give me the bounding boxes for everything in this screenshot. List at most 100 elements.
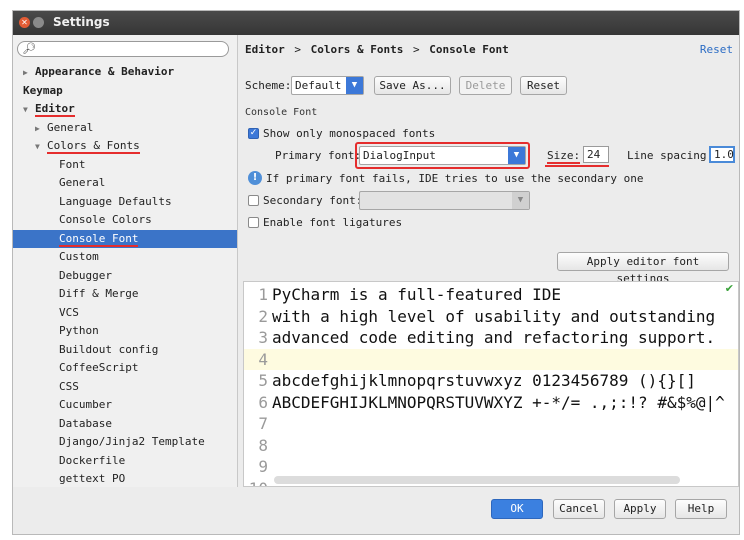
sidebar-item[interactable]: Custom — [59, 248, 99, 266]
preview-text: PyCharm is a full-featured IDE — [272, 285, 561, 304]
sidebar-item-label: Font — [59, 157, 86, 171]
search-input[interactable]: 🔎︎ — [17, 41, 229, 57]
cancel-button[interactable]: Cancel — [553, 499, 605, 519]
preview-horizontal-scrollbar[interactable] — [274, 476, 680, 484]
sidebar-item[interactable]: Database — [59, 415, 112, 433]
sidebar-item-label: Cucumber — [59, 398, 112, 411]
sidebar-item-label: CSS — [59, 379, 79, 393]
sidebar-item[interactable]: VCS — [59, 304, 79, 322]
close-window-icon[interactable]: ✕ — [19, 17, 30, 28]
preview-line: 1 PyCharm is a full-featured IDE — [244, 284, 738, 305]
preview-line: 3 advanced code editing and refactoring s… — [244, 327, 738, 348]
show-mono-label: Show only monospaced fonts — [263, 127, 436, 140]
line-number: 2 — [258, 306, 268, 326]
sidebar-item[interactable]: CoffeeScript — [59, 359, 138, 377]
delete-button[interactable]: Delete — [459, 76, 512, 95]
sidebar-item[interactable]: Dockerfile — [59, 452, 125, 470]
chevron-down-icon: ▼ — [346, 77, 363, 94]
breadcrumb-separator: > — [412, 43, 420, 56]
secondary-font-checkbox[interactable] — [248, 195, 259, 206]
line-number: 10 — [244, 478, 268, 487]
sidebar-item[interactable]: Keymap — [23, 82, 63, 100]
section-title: Console Font — [245, 107, 318, 118]
sidebar-item[interactable]: Diff & Merge — [59, 285, 138, 303]
reset-button[interactable]: Reset — [520, 76, 567, 95]
sidebar-item[interactable]: Cucumber — [59, 396, 112, 414]
info-text: If primary font fails, IDE tries to use … — [266, 172, 644, 185]
sidebar-item[interactable]: Debugger — [59, 267, 112, 285]
breadcrumb-editor: Editor — [245, 43, 285, 56]
font-preview-editor[interactable]: 109876ABCDEFGHIJKLMNOPQRSTUVWXYZ +-*/= .… — [243, 281, 739, 487]
sidebar-item-label: Console Colors — [59, 213, 152, 226]
breadcrumb-colors-fonts: Colors & Fonts — [310, 43, 404, 56]
sidebar-item[interactable]: ▼ Editor — [23, 100, 75, 118]
preview-line: 2 with a high level of usability and outs… — [244, 306, 738, 327]
sidebar-item[interactable]: Python — [59, 322, 99, 340]
sidebar-item[interactable]: ▶ General — [35, 119, 93, 137]
line-number: 3 — [258, 328, 268, 347]
preview-text: with a high level of usability and outst… — [272, 306, 716, 326]
preview-text: abcdefghijklmnopqrstuvwxyz 0123456789 ()… — [272, 371, 696, 390]
sidebar-item[interactable]: Console Colors — [59, 211, 152, 229]
sidebar-item-label: Console Font — [59, 231, 139, 247]
size-label: Size: — [547, 149, 581, 164]
secondary-font-select[interactable]: ▼ — [359, 191, 530, 210]
sidebar-item[interactable]: gettext PO — [59, 470, 125, 487]
sidebar-item-label: Language Defaults — [59, 194, 172, 208]
minimize-window-icon[interactable] — [33, 17, 44, 28]
save-as-button[interactable]: Save As... — [374, 76, 451, 95]
sidebar-item[interactable]: Django/Jinja2 Template — [59, 433, 205, 451]
preview-line: 4 — [244, 348, 738, 370]
line-number: 1 — [258, 285, 268, 304]
apply-editor-font-button[interactable]: Apply editor font settings — [557, 252, 729, 285]
reset-link[interactable]: Reset — [700, 43, 733, 56]
primary-font-label: Primary font: — [275, 149, 362, 162]
size-underline — [545, 165, 609, 167]
line-number: 7 — [258, 414, 268, 433]
sidebar-item[interactable]: Font — [59, 156, 86, 174]
apply-button[interactable]: Apply — [614, 499, 666, 519]
line-spacing-input[interactable]: 1.0 — [709, 146, 735, 163]
sidebar-item-label: CoffeeScript — [59, 361, 139, 374]
info-icon: ! — [248, 171, 262, 185]
sidebar-item[interactable]: CSS — [59, 378, 79, 396]
sidebar-item-label: Custom — [59, 250, 99, 263]
sidebar-item-label: gettext PO — [59, 472, 126, 485]
sidebar-item-label: Appearance & Behavior — [35, 65, 175, 78]
sidebar-item-label: Dockerfile — [59, 453, 126, 467]
line-number: 9 — [258, 457, 268, 476]
sidebar-item[interactable]: ▼ Colors & Fonts — [35, 137, 140, 155]
sidebar-item[interactable]: ▶ Appearance & Behavior — [23, 63, 174, 81]
collapsed-arrow-icon[interactable]: ▶ — [23, 64, 35, 82]
sidebar-item[interactable]: Buildout config — [59, 341, 158, 359]
ligatures-checkbox[interactable] — [248, 217, 259, 228]
sidebar-item-label: Buildout config — [59, 342, 159, 356]
line-number: 5 — [258, 371, 268, 390]
line-number: 4 — [258, 349, 268, 369]
sidebar-item-label: Python — [59, 324, 99, 337]
settings-content: Editor > Colors & Fonts > Console Font R… — [243, 35, 741, 487]
scheme-label: Scheme: — [245, 79, 292, 92]
scheme-select[interactable]: Default ▼ — [291, 76, 364, 95]
secondary-font-label: Secondary font: — [263, 194, 363, 207]
sidebar-item-label: Database — [59, 416, 112, 430]
settings-window: ✕ Settings 🔎︎ ▶ Appearance & Behavior Keym… — [12, 10, 740, 535]
help-button[interactable]: Help — [675, 499, 727, 519]
settings-sidebar: 🔎︎ ▶ Appearance & Behavior Keymap ▼ Editor ▶ G… — [13, 35, 238, 487]
expanded-arrow-icon[interactable]: ▼ — [23, 101, 35, 119]
sidebar-item[interactable]: Console Font — [13, 229, 237, 248]
size-input[interactable]: 24 — [583, 146, 609, 163]
sidebar-item[interactable]: General — [59, 174, 105, 192]
search-icon: 🔎︎ — [22, 42, 36, 55]
check-icon: ✔ — [724, 282, 734, 295]
window-title: Settings — [53, 15, 110, 29]
sidebar-item-label: Diff & Merge — [59, 287, 139, 300]
chevron-down-icon: ▼ — [512, 192, 529, 209]
show-mono-checkbox[interactable]: ✓ — [248, 128, 259, 139]
expanded-arrow-icon[interactable]: ▼ — [35, 138, 47, 156]
sidebar-item[interactable]: Language Defaults — [59, 193, 172, 211]
collapsed-arrow-icon[interactable]: ▶ — [35, 120, 47, 138]
preview-line: 5 abcdefghijklmnopqrstuvwxyz 0123456789 (… — [244, 370, 738, 391]
breadcrumb: Editor > Colors & Fonts > Console Font — [245, 43, 509, 56]
ok-button[interactable]: OK — [491, 499, 543, 519]
